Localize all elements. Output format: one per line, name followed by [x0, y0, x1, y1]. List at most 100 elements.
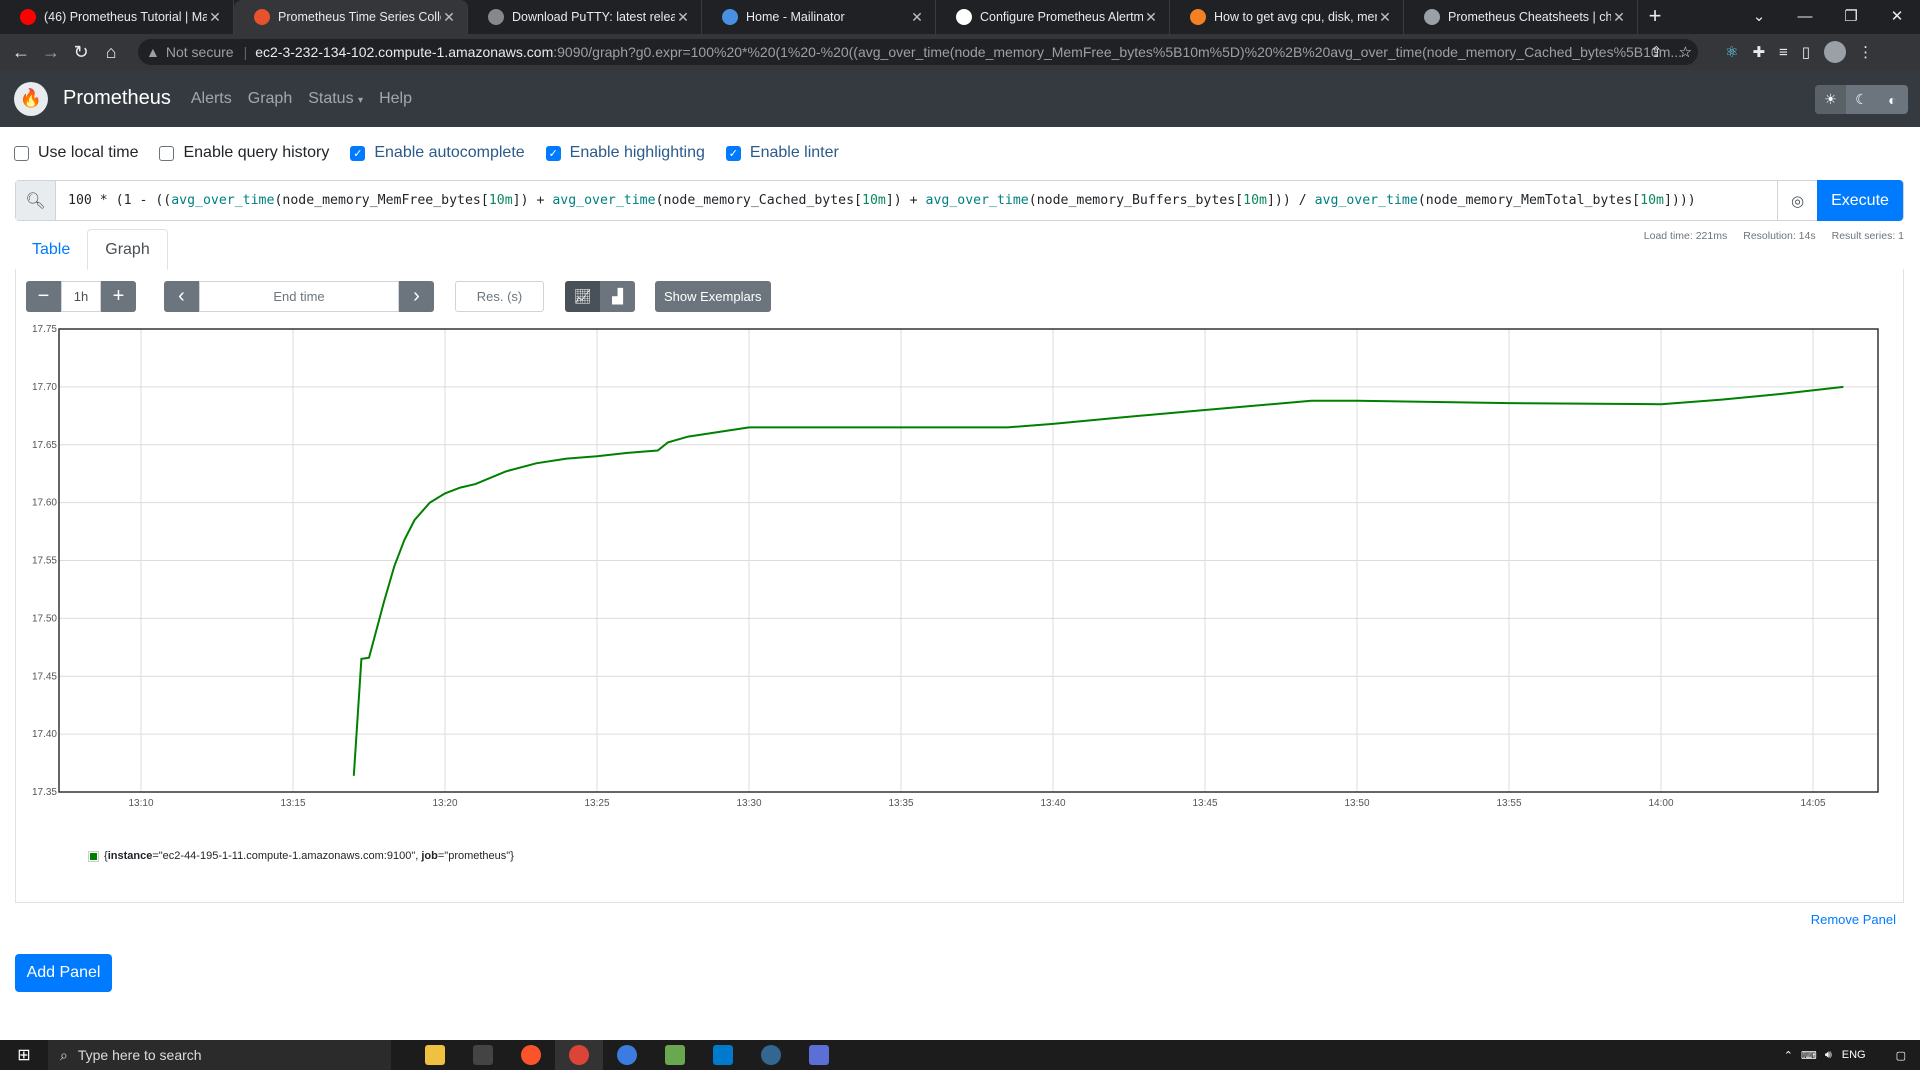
highlighting-checkbox[interactable]: ✓ [545, 145, 561, 161]
browser-menu-icon[interactable]: ⋮ [1858, 43, 1873, 61]
vscode-icon[interactable] [699, 1040, 747, 1070]
tab-search-icon[interactable]: ⌄ [1736, 0, 1782, 34]
reload-icon[interactable]: ↻ [66, 42, 96, 63]
browser-tab[interactable]: Home - Mailinator ✕ [702, 0, 936, 34]
use-local-time-checkbox[interactable] [14, 145, 29, 161]
back-icon[interactable]: ← [6, 42, 36, 63]
close-tab-icon[interactable]: ✕ [909, 9, 925, 26]
browser-tab[interactable]: Prometheus Cheatsheets | cheat✕ [1404, 0, 1638, 34]
decrease-range-button[interactable]: − [26, 281, 61, 312]
new-tab-button[interactable]: + [1638, 0, 1672, 34]
forward-icon[interactable]: → [36, 42, 66, 63]
nav-status[interactable]: Status ▾ [308, 90, 363, 108]
extensions-puzzle-icon[interactable]: ✚ [1752, 43, 1765, 61]
autocomplete-checkbox[interactable]: ✓ [350, 145, 366, 161]
x-tick-label: 13:10 [128, 798, 153, 809]
language-indicator[interactable]: ENG [1842, 1049, 1866, 1061]
nav-help[interactable]: Help [379, 90, 412, 108]
browser-theme-icon[interactable]: ◐ [1877, 85, 1908, 114]
windows-start-icon[interactable]: ⊞ [0, 1045, 48, 1065]
close-tab-icon[interactable]: ✕ [207, 9, 223, 26]
x-tick-label: 13:15 [280, 798, 305, 809]
address-bar[interactable]: ▲ Not secure | ec2-3-232-134-102.compute… [138, 39, 1698, 65]
expression-text: 100 * (1 - ((avg_over_time(node_memory_M… [68, 193, 1696, 208]
close-window-button[interactable]: ✕ [1874, 0, 1920, 34]
nav-alerts[interactable]: Alerts [191, 90, 232, 108]
notification-icon[interactable]: ▢ [1896, 1049, 1906, 1062]
dark-theme-icon[interactable]: ☾ [1846, 85, 1877, 114]
browser-tab-title: (46) Prometheus Tutorial | Mana [44, 10, 207, 24]
close-tab-icon[interactable]: ✕ [675, 9, 691, 26]
bookmark-star-icon[interactable]: ☆ [1679, 43, 1692, 61]
stacked-chart-icon[interactable]: ▟ [600, 281, 635, 312]
prometheus-logo-icon[interactable]: 🔥 [14, 81, 48, 116]
add-panel-button[interactable]: Add Panel [15, 954, 112, 992]
react-devtools-icon[interactable]: ⚛ [1725, 43, 1738, 61]
volume-icon[interactable]: 🔊︎ [1825, 1049, 1832, 1062]
browser-tab[interactable]: (46) Prometheus Tutorial | Mana ✕ [0, 0, 234, 34]
x-tick-label: 13:50 [1344, 798, 1369, 809]
notepad-icon[interactable] [651, 1040, 699, 1070]
next-time-button[interactable]: › [399, 281, 434, 312]
restore-button[interactable]: ❐ [1828, 0, 1874, 34]
close-tab-icon[interactable]: ✕ [1143, 9, 1159, 26]
highlighting-option[interactable]: ✓ Enable highlighting [545, 144, 705, 162]
query-history-option[interactable]: Enable query history [159, 144, 329, 162]
end-time-input[interactable]: End time [199, 281, 399, 312]
remove-panel-link[interactable]: Remove Panel [1811, 912, 1896, 927]
browser-tab[interactable]: Download PuTTY: latest release ✕ [468, 0, 702, 34]
tab-graph[interactable]: Graph [87, 229, 168, 270]
terminal-icon[interactable] [459, 1040, 507, 1070]
expression-input[interactable]: 100 * (1 - ((avg_over_time(node_memory_M… [56, 193, 1777, 208]
minimize-button[interactable]: — [1782, 0, 1828, 34]
resolution-input[interactable]: Res. (s) [455, 281, 544, 312]
app-icon[interactable] [603, 1040, 651, 1070]
execute-button[interactable]: Execute [1817, 180, 1903, 221]
tab-table[interactable]: Table [15, 229, 87, 270]
taskbar-search[interactable]: ⌕ Type here to search [48, 1040, 391, 1070]
network-icon[interactable]: ⌨ [1801, 1049, 1817, 1062]
postgres-icon[interactable] [747, 1040, 795, 1070]
y-tick-label: 17.75 [32, 324, 57, 335]
file-explorer-icon[interactable] [411, 1040, 459, 1070]
profile-avatar[interactable] [1824, 41, 1847, 63]
increase-range-button[interactable]: + [101, 281, 136, 312]
linter-checkbox[interactable]: ✓ [725, 145, 741, 161]
prometheus-icon [254, 9, 270, 25]
range-input[interactable]: 1h [61, 281, 101, 312]
close-tab-icon[interactable]: ✕ [1377, 9, 1393, 26]
youtube-icon [20, 9, 36, 25]
previous-time-button[interactable]: ‹ [164, 281, 199, 312]
metrics-explorer-icon[interactable]: ◎ [1777, 181, 1817, 220]
line-chart-icon[interactable]: 📈︎ [565, 281, 600, 312]
y-tick-label: 17.40 [32, 729, 57, 740]
brand-title[interactable]: Prometheus [63, 87, 171, 110]
side-panel-icon[interactable]: ▯ [1802, 43, 1810, 61]
x-tick-label: 13:55 [1496, 798, 1521, 809]
brave-icon[interactable] [507, 1040, 555, 1070]
stackoverflow-icon [1190, 9, 1206, 25]
share-icon[interactable]: ⇪ [1650, 43, 1663, 61]
light-theme-icon[interactable]: ☀ [1815, 85, 1846, 114]
close-tab-icon[interactable]: ✕ [441, 9, 457, 26]
autocomplete-option[interactable]: ✓ Enable autocomplete [350, 144, 525, 162]
query-history-checkbox[interactable] [159, 145, 175, 161]
close-tab-icon[interactable]: ✕ [1611, 9, 1627, 26]
browser-tab[interactable]: How to get avg cpu, disk, memo ✕ [1170, 0, 1404, 34]
chart-svg: 17.35 17.40 17.45 17.50 17.55 17.60 17.65 17.70… [32, 324, 1879, 809]
linter-option[interactable]: ✓ Enable linter [725, 144, 839, 162]
chart-legend[interactable]: {instance="ec2-44-195-1-11.compute-1.ama… [88, 850, 514, 862]
use-local-time-option[interactable]: Use local time [14, 144, 138, 162]
x-tick-label: 14:00 [1648, 798, 1673, 809]
tray-chevron-icon[interactable]: ⌃ [1784, 1049, 1793, 1062]
show-exemplars-button[interactable]: Show Exemplars [655, 281, 771, 312]
home-icon[interactable]: ⌂ [96, 42, 126, 63]
network-app-icon[interactable] [795, 1040, 843, 1070]
nav-graph[interactable]: Graph [248, 90, 292, 108]
browser-tab[interactable]: Configure Prometheus Alertman ✕ [936, 0, 1170, 34]
x-tick-label: 14:05 [1800, 798, 1825, 809]
media-control-icon[interactable]: ≡ [1779, 44, 1788, 61]
chrome-icon[interactable] [555, 1040, 603, 1070]
taskbar-search-placeholder: Type here to search [77, 1047, 202, 1063]
browser-tab[interactable]: Prometheus Time Series Collecti✕ [234, 0, 468, 34]
